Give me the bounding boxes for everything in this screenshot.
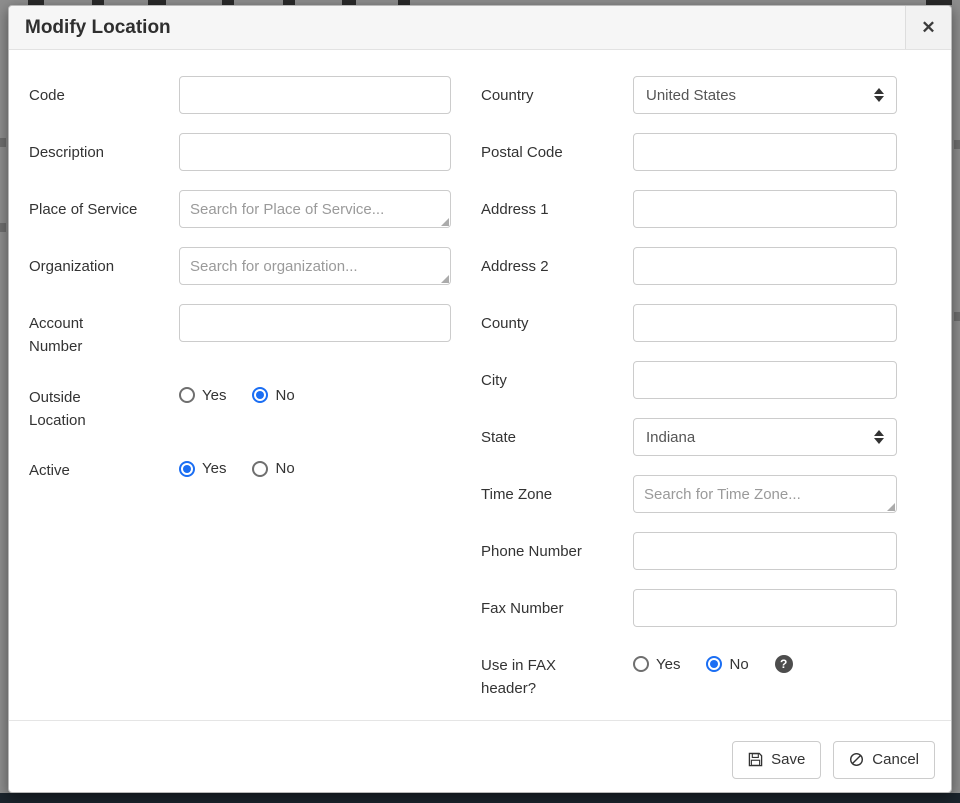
country-label: Country (481, 76, 633, 107)
dropdown-corner-icon (441, 275, 449, 283)
phone-number-label: Phone Number (481, 532, 633, 563)
save-icon (748, 752, 763, 767)
code-label: Code (29, 76, 179, 107)
postal-code-label: Postal Code (481, 133, 633, 164)
radio-checked-icon[interactable] (706, 656, 722, 672)
use-in-fax-header-no-option[interactable]: No (706, 656, 748, 673)
outside-location-label: Outside Location (29, 378, 179, 433)
place-of-service-label: Place of Service (29, 190, 179, 221)
dropdown-corner-icon (887, 503, 895, 511)
form-row-place-of-service: Place of Service (29, 190, 451, 228)
form-row-outside-location: Outside Location Yes No (29, 378, 451, 433)
dropdown-corner-icon (441, 218, 449, 226)
description-label: Description (29, 133, 179, 164)
time-zone-search-input[interactable] (633, 475, 897, 513)
state-select[interactable]: Indiana (633, 418, 897, 456)
save-button[interactable]: Save (732, 741, 821, 779)
radio-option-label: No (729, 656, 748, 673)
time-zone-label: Time Zone (481, 475, 633, 506)
close-button[interactable]: ✕ (905, 6, 951, 49)
form-row-address-1: Address 1 (481, 190, 897, 228)
fax-number-label: Fax Number (481, 589, 633, 620)
background-page-fragment (0, 223, 6, 232)
active-yes-option[interactable]: Yes (179, 460, 226, 477)
select-arrows-icon (874, 88, 884, 102)
radio-unchecked-icon[interactable] (179, 387, 195, 403)
form-row-use-in-fax-header: Use in FAX header? Yes No ? (481, 646, 897, 701)
address-2-label: Address 2 (481, 247, 633, 278)
radio-option-label: No (275, 460, 294, 477)
background-page-fragment (0, 138, 6, 147)
place-of-service-search-input[interactable] (179, 190, 451, 228)
use-in-fax-header-radio-group: Yes No ? (633, 646, 897, 673)
phone-number-input[interactable] (633, 532, 897, 570)
state-label: State (481, 418, 633, 449)
account-number-label: Account Number (29, 304, 179, 359)
code-input[interactable] (179, 76, 451, 114)
organization-label: Organization (29, 247, 179, 278)
radio-checked-icon[interactable] (179, 461, 195, 477)
address-1-label: Address 1 (481, 190, 633, 221)
form-row-county: County (481, 304, 897, 342)
select-arrows-icon (874, 430, 884, 444)
background-page-fragment (954, 312, 960, 321)
save-button-label: Save (771, 751, 805, 768)
state-selected-value: Indiana (646, 429, 695, 446)
form-row-time-zone: Time Zone (481, 475, 897, 513)
use-in-fax-header-yes-option[interactable]: Yes (633, 656, 680, 673)
description-input[interactable] (179, 133, 451, 171)
address-2-input[interactable] (633, 247, 897, 285)
postal-code-input[interactable] (633, 133, 897, 171)
form-column-right: Country United States Postal Code Addres… (481, 76, 897, 720)
active-no-option[interactable]: No (252, 460, 294, 477)
modal-header: Modify Location ✕ (9, 6, 951, 50)
cancel-button-label: Cancel (872, 751, 919, 768)
modal-footer: Save Cancel (9, 720, 951, 801)
active-label: Active (29, 451, 179, 482)
city-input[interactable] (633, 361, 897, 399)
form-row-code: Code (29, 76, 451, 114)
organization-search-input[interactable] (179, 247, 451, 285)
radio-option-label: Yes (202, 460, 226, 477)
form-row-organization: Organization (29, 247, 451, 285)
form-row-active: Active Yes No (29, 451, 451, 482)
address-1-input[interactable] (633, 190, 897, 228)
form-row-country: Country United States (481, 76, 897, 114)
use-in-fax-header-label: Use in FAX header? (481, 646, 633, 701)
cancel-button[interactable]: Cancel (833, 741, 935, 779)
radio-unchecked-icon[interactable] (252, 461, 268, 477)
form-row-postal-code: Postal Code (481, 133, 897, 171)
form-row-city: City (481, 361, 897, 399)
outside-location-yes-option[interactable]: Yes (179, 387, 226, 404)
help-icon[interactable]: ? (775, 655, 793, 673)
radio-checked-icon[interactable] (252, 387, 268, 403)
radio-option-label: Yes (202, 387, 226, 404)
country-select[interactable]: United States (633, 76, 897, 114)
country-selected-value: United States (646, 87, 736, 104)
close-icon: ✕ (921, 18, 935, 38)
city-label: City (481, 361, 633, 392)
radio-unchecked-icon[interactable] (633, 656, 649, 672)
form-row-fax-number: Fax Number (481, 589, 897, 627)
modal-title: Modify Location (9, 6, 171, 49)
radio-option-label: No (275, 387, 294, 404)
modify-location-modal: Modify Location ✕ Code Description Place… (8, 5, 952, 793)
outside-location-no-option[interactable]: No (252, 387, 294, 404)
cancel-icon (849, 752, 864, 767)
active-radio-group: Yes No (179, 451, 451, 477)
form-row-phone-number: Phone Number (481, 532, 897, 570)
form-row-description: Description (29, 133, 451, 171)
background-page-fragment (954, 140, 960, 149)
county-label: County (481, 304, 633, 335)
county-input[interactable] (633, 304, 897, 342)
radio-option-label: Yes (656, 656, 680, 673)
outside-location-radio-group: Yes No (179, 378, 451, 404)
form-column-left: Code Description Place of Service Organi… (29, 76, 451, 720)
form-row-address-2: Address 2 (481, 247, 897, 285)
modal-body: Code Description Place of Service Organi… (9, 50, 951, 720)
form-row-state: State Indiana (481, 418, 897, 456)
fax-number-input[interactable] (633, 589, 897, 627)
form-row-account-number: Account Number (29, 304, 451, 359)
account-number-input[interactable] (179, 304, 451, 342)
